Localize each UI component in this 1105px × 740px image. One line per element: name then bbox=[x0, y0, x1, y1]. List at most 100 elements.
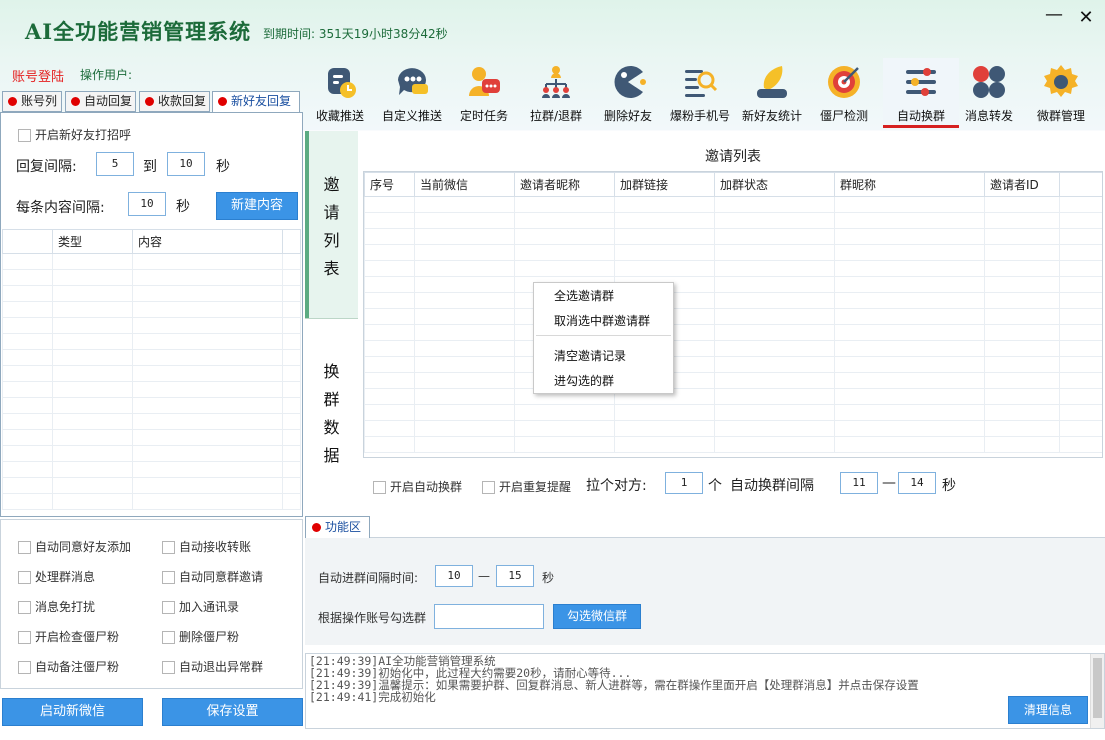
option-checkbox[interactable]: 自动同意好友添加 bbox=[18, 538, 131, 555]
menu-enter-checked[interactable]: 进勾选的群 bbox=[554, 372, 614, 389]
tool-auto-switch-group[interactable]: 自动换群 bbox=[883, 58, 959, 128]
pull-count-input[interactable]: 1 bbox=[665, 472, 703, 494]
column-header[interactable]: 加群状态 bbox=[714, 172, 835, 197]
select-account-input[interactable] bbox=[434, 604, 544, 629]
table-row[interactable] bbox=[364, 292, 1102, 309]
tab-payment-reply[interactable]: 收款回复 bbox=[139, 91, 210, 112]
table-row[interactable] bbox=[364, 244, 1102, 261]
column-header[interactable]: 内容 bbox=[132, 229, 283, 254]
account-login-link[interactable]: 账号登陆 bbox=[12, 66, 64, 85]
new-content-button[interactable]: 新建内容 bbox=[216, 192, 298, 220]
checkbox-box[interactable] bbox=[482, 481, 495, 494]
menu-deselect[interactable]: 取消选中群邀请群 bbox=[554, 312, 650, 329]
tool-message-forward[interactable]: 消息转发 bbox=[951, 58, 1027, 128]
column-header[interactable]: 类型 bbox=[52, 229, 133, 254]
checkbox-box[interactable] bbox=[18, 601, 31, 614]
reply-min-input[interactable]: 5 bbox=[96, 152, 134, 176]
tool-delete-friend[interactable]: 删除好友 bbox=[590, 58, 666, 128]
start-wechat-button[interactable]: 启动新微信 bbox=[2, 698, 143, 726]
checkbox-box[interactable] bbox=[162, 631, 175, 644]
menu-clear-records[interactable]: 清空邀请记录 bbox=[554, 347, 626, 364]
table-row[interactable] bbox=[364, 420, 1102, 437]
table-row[interactable] bbox=[364, 260, 1102, 277]
table-row[interactable] bbox=[2, 317, 301, 334]
table-row[interactable] bbox=[364, 356, 1102, 373]
tab-new-friend-reply[interactable]: 新好友回复 bbox=[212, 91, 300, 113]
enable-greeting-checkbox[interactable]: 开启新好友打招呼 bbox=[18, 126, 131, 143]
join-max-input[interactable]: 15 bbox=[496, 565, 534, 587]
option-checkbox[interactable]: 自动同意群邀请 bbox=[162, 568, 263, 585]
minimize-button[interactable]: — bbox=[1043, 5, 1065, 25]
table-row[interactable] bbox=[364, 388, 1102, 405]
swap-interval-min-input[interactable]: 11 bbox=[840, 472, 878, 494]
table-row[interactable] bbox=[2, 429, 301, 446]
repeat-remind-checkbox[interactable]: 开启重复提醒 bbox=[482, 478, 571, 495]
tool-scheduled-task[interactable]: 定时任务 bbox=[446, 58, 522, 128]
tool-friend-stats[interactable]: 新好友统计 bbox=[734, 58, 810, 128]
table-row[interactable] bbox=[2, 285, 301, 302]
tab-invite-list[interactable]: 邀 请 列 表 bbox=[305, 131, 358, 319]
table-row[interactable] bbox=[364, 340, 1102, 357]
checkbox-box[interactable] bbox=[18, 541, 31, 554]
column-header[interactable]: 当前微信 bbox=[414, 172, 515, 197]
option-checkbox[interactable]: 消息免打扰 bbox=[18, 598, 95, 615]
checkbox-box[interactable] bbox=[18, 571, 31, 584]
table-row[interactable] bbox=[2, 301, 301, 318]
table-row[interactable] bbox=[2, 365, 301, 382]
table-row[interactable] bbox=[364, 404, 1102, 421]
table-row[interactable] bbox=[364, 308, 1102, 325]
table-row[interactable] bbox=[364, 228, 1102, 245]
scrollbar-thumb[interactable] bbox=[1093, 658, 1102, 718]
tab-function-area[interactable]: 功能区 bbox=[305, 516, 370, 538]
tool-phone-search[interactable]: 爆粉手机号 bbox=[662, 58, 738, 128]
table-row[interactable] bbox=[2, 461, 301, 478]
table-row[interactable] bbox=[364, 436, 1102, 453]
column-header[interactable]: 邀请者昵称 bbox=[514, 172, 615, 197]
select-wechat-group-button[interactable]: 勾选微信群 bbox=[553, 604, 641, 629]
option-checkbox[interactable]: 处理群消息 bbox=[18, 568, 95, 585]
table-row[interactable] bbox=[2, 269, 301, 286]
join-min-input[interactable]: 10 bbox=[435, 565, 473, 587]
checkbox-box[interactable] bbox=[18, 661, 31, 674]
table-row[interactable] bbox=[364, 324, 1102, 341]
checkbox-box[interactable] bbox=[162, 541, 175, 554]
table-row[interactable] bbox=[2, 493, 301, 510]
column-header[interactable]: 序号 bbox=[364, 172, 415, 197]
table-row[interactable] bbox=[2, 333, 301, 350]
swap-interval-max-input[interactable]: 14 bbox=[898, 472, 936, 494]
log-scrollbar[interactable] bbox=[1090, 654, 1104, 728]
table-row[interactable] bbox=[364, 372, 1102, 389]
column-header[interactable] bbox=[2, 229, 53, 254]
tool-group-manage[interactable]: 微群管理 bbox=[1023, 58, 1099, 128]
checkbox-box[interactable] bbox=[18, 129, 31, 142]
tool-group-join[interactable]: 拉群/退群 bbox=[518, 58, 594, 128]
option-checkbox[interactable]: 自动退出异常群 bbox=[162, 658, 263, 675]
checkbox-box[interactable] bbox=[162, 601, 175, 614]
option-checkbox[interactable]: 自动备注僵尸粉 bbox=[18, 658, 119, 675]
tool-collect-push[interactable]: 收藏推送 bbox=[302, 58, 378, 128]
checkbox-box[interactable] bbox=[18, 631, 31, 644]
tab-swap-data[interactable]: 换 群 数 据 bbox=[305, 319, 358, 511]
table-row[interactable] bbox=[2, 445, 301, 462]
tab-account-list[interactable]: 账号列 bbox=[2, 91, 62, 112]
menu-select-all[interactable]: 全选邀请群 bbox=[554, 287, 614, 304]
column-header[interactable]: 群昵称 bbox=[834, 172, 985, 197]
close-button[interactable]: ✕ bbox=[1075, 8, 1097, 28]
column-header[interactable]: 邀请者ID bbox=[984, 172, 1060, 197]
table-row[interactable] bbox=[2, 413, 301, 430]
option-checkbox[interactable]: 加入通讯录 bbox=[162, 598, 239, 615]
option-checkbox[interactable]: 开启检查僵尸粉 bbox=[18, 628, 119, 645]
clear-log-button[interactable]: 清理信息 bbox=[1008, 696, 1088, 724]
table-row[interactable] bbox=[2, 381, 301, 398]
table-row[interactable] bbox=[364, 212, 1102, 229]
auto-swap-checkbox[interactable]: 开启自动换群 bbox=[373, 478, 462, 495]
table-row[interactable] bbox=[364, 196, 1102, 213]
tool-zombie-detect[interactable]: 僵尸检测 bbox=[806, 58, 882, 128]
column-header[interactable]: 加群链接 bbox=[614, 172, 715, 197]
option-checkbox[interactable]: 自动接收转账 bbox=[162, 538, 251, 555]
content-interval-input[interactable]: 10 bbox=[128, 192, 166, 216]
table-row[interactable] bbox=[2, 397, 301, 414]
table-row[interactable] bbox=[364, 276, 1102, 293]
table-row[interactable] bbox=[2, 253, 301, 270]
checkbox-box[interactable] bbox=[162, 661, 175, 674]
